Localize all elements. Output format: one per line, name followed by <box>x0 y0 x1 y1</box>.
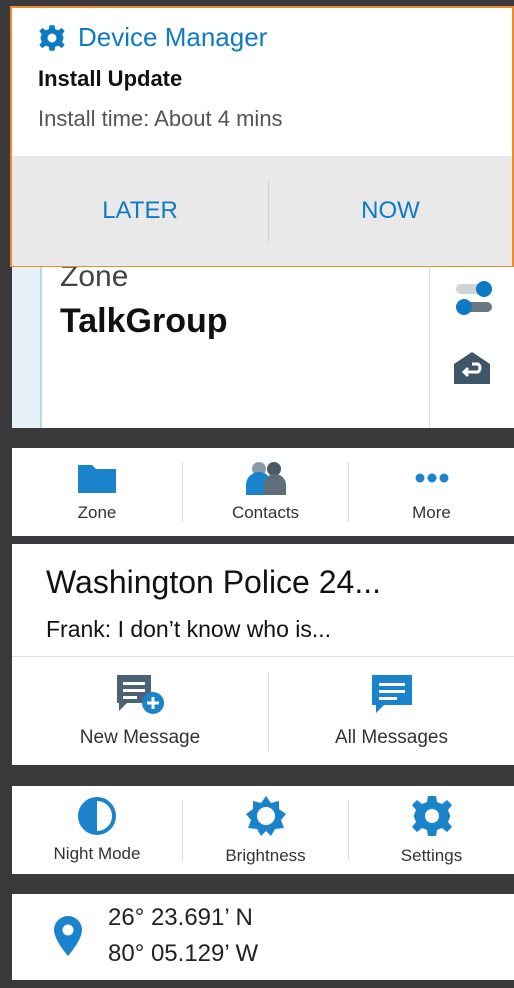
notification-body[interactable]: Device Manager Install Update Install ti… <box>12 8 512 156</box>
brightness-label: Brightness <box>225 846 306 865</box>
notification-app-name: Device Manager <box>78 22 268 52</box>
settings-button[interactable]: Settings <box>349 786 514 874</box>
more-button-label: More <box>412 503 451 522</box>
messages-icon <box>371 675 412 713</box>
latitude-text: 26° 23.691’ N <box>108 904 253 931</box>
contacts-button[interactable]: Contacts <box>183 448 348 536</box>
zone-card[interactable]: Zone TalkGroup <box>12 260 514 428</box>
zone-button-label: Zone <box>77 503 117 522</box>
zone-button[interactable]: Zone <box>12 448 182 536</box>
toggle-settings-icon[interactable] <box>454 280 494 316</box>
message-preview[interactable]: Frank: I don’t know who is... <box>46 616 331 643</box>
more-button[interactable]: More <box>349 448 514 536</box>
location-pin-icon <box>54 916 82 956</box>
zone-selection-strip <box>12 266 42 428</box>
now-button[interactable]: NOW <box>269 156 512 266</box>
notification-actions: LATER NOW <box>12 156 512 266</box>
night-mode-icon <box>78 797 116 835</box>
contacts-icon <box>245 462 286 495</box>
new-message-icon <box>117 675 164 714</box>
night-mode-button[interactable]: Night Mode <box>12 786 182 874</box>
new-message-label: New Message <box>79 727 201 748</box>
location-card[interactable]: 26° 23.691’ N 80° 05.129’ W <box>12 894 514 980</box>
notification-title: Install Update <box>38 66 183 91</box>
new-message-button[interactable]: New Message <box>12 657 268 765</box>
home-return-icon[interactable] <box>452 350 492 386</box>
brightness-button[interactable]: Brightness <box>183 786 348 874</box>
more-dots-icon <box>415 473 448 483</box>
display-settings-row: Night Mode Brightness Settings <box>12 786 514 874</box>
folder-icon <box>78 465 116 493</box>
gear-icon <box>411 796 452 836</box>
gear-icon <box>39 24 65 51</box>
brightness-icon <box>245 796 286 836</box>
talkgroup-name: TalkGroup <box>60 302 228 340</box>
quick-actions-row: Zone Contacts More <box>12 448 514 536</box>
notification-text: Install time: About 4 mins <box>38 106 283 131</box>
zone-side-actions <box>429 266 514 428</box>
later-button[interactable]: LATER <box>12 156 268 266</box>
longitude-text: 80° 05.129’ W <box>108 940 259 967</box>
contacts-button-label: Contacts <box>231 503 300 522</box>
conversation-title[interactable]: Washington Police 24... <box>46 564 381 601</box>
all-messages-label: All Messages <box>335 727 448 748</box>
night-mode-label: Night Mode <box>53 844 141 863</box>
messages-card: Washington Police 24... Frank: I don’t k… <box>12 544 514 765</box>
update-notification: Device Manager Install Update Install ti… <box>10 6 514 267</box>
notification-app-header: Device Manager <box>38 22 267 53</box>
settings-label: Settings <box>400 846 463 865</box>
all-messages-button[interactable]: All Messages <box>269 657 514 765</box>
